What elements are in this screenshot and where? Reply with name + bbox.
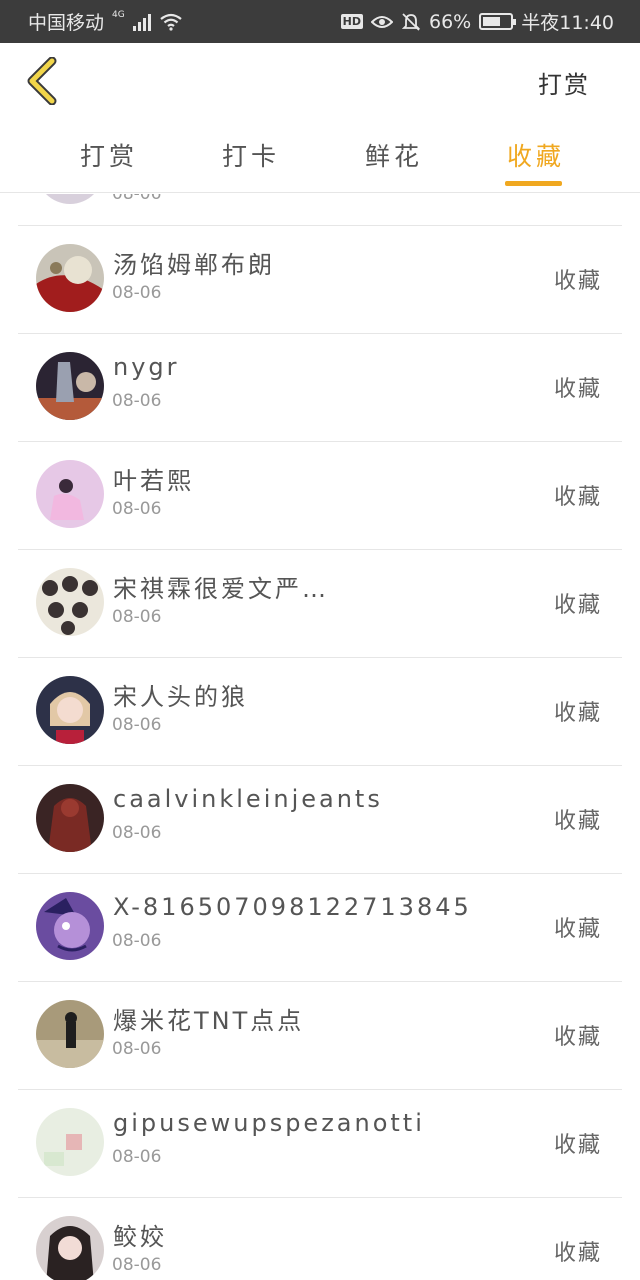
battery-percent: 66% (429, 10, 472, 33)
item-name: X-816507098122713845 (113, 893, 472, 921)
status-right: HD 66% 半夜11:40 (340, 8, 614, 35)
divider (18, 1197, 622, 1198)
avatar (36, 568, 104, 636)
list-item[interactable]: 宋人头的狼 08-06 收藏 (0, 657, 640, 765)
item-date: 08-06 (112, 1039, 162, 1059)
list-item[interactable]: 汤馅姆郸布朗 08-06 收藏 (0, 225, 640, 333)
item-name: 汤馅姆郸布朗 (113, 251, 275, 279)
item-name: 宋人头的狼 (113, 683, 248, 711)
signal-icon (132, 13, 151, 31)
avatar (36, 352, 104, 420)
divider (18, 981, 622, 982)
item-date: 08-06 (112, 194, 162, 204)
avatar (36, 784, 104, 852)
item-name: caalvinkleinjeants (113, 785, 383, 813)
item-date: 08-06 (112, 1255, 162, 1275)
collect-button[interactable]: 收藏 (554, 263, 602, 295)
item-date: 08-06 (112, 823, 162, 843)
list-item[interactable]: 爆米花TNT点点 08-06 收藏 (0, 981, 640, 1089)
divider (18, 1089, 622, 1090)
list-item[interactable]: X-816507098122713845 08-06 收藏 (0, 873, 640, 981)
back-button[interactable] (22, 56, 66, 106)
status-bar: 中国移动 4G HD 66% 半夜11:40 (0, 0, 640, 43)
hd-badge: HD (340, 14, 363, 29)
divider (18, 765, 622, 766)
tab-flowers[interactable]: 鲜花 (365, 137, 423, 173)
avatar (36, 892, 104, 960)
item-date: 08-06 (112, 391, 162, 411)
collect-button[interactable]: 收藏 (554, 1127, 602, 1159)
avatar (36, 676, 104, 744)
collect-button[interactable]: 收藏 (554, 803, 602, 835)
list-item[interactable]: nygr 08-06 收藏 (0, 333, 640, 441)
collect-button[interactable]: 收藏 (554, 587, 602, 619)
collect-button[interactable]: 收藏 (554, 371, 602, 403)
carrier-label: 中国移动 (28, 12, 105, 34)
divider (18, 225, 622, 226)
item-name: nygr (113, 353, 180, 381)
reward-button[interactable]: 打赏 (538, 65, 590, 100)
network-type-label: 4G (112, 9, 125, 20)
item-date: 08-06 (112, 1147, 162, 1167)
wifi-icon (160, 13, 182, 31)
top-bar: 打赏 (0, 43, 640, 123)
divider (18, 441, 622, 442)
bell-off-icon (401, 12, 421, 31)
item-name: gipusewupspezanotti (113, 1109, 425, 1137)
list-item[interactable]: 宋祺霖很爱文严… 08-06 收藏 (0, 549, 640, 657)
item-name: 宋祺霖很爱文严… (113, 575, 329, 603)
avatar (36, 460, 104, 528)
avatar (36, 1108, 104, 1176)
avatar (36, 194, 104, 204)
collect-button[interactable]: 收藏 (554, 1019, 602, 1051)
eye-icon (371, 15, 393, 28)
avatar (36, 244, 104, 312)
item-name: 鲛姣 (113, 1223, 167, 1251)
collect-button[interactable]: 收藏 (554, 911, 602, 943)
list-item-partial[interactable]: 08-06 (0, 194, 640, 225)
item-date: 08-06 (112, 931, 162, 951)
item-date: 08-06 (112, 715, 162, 735)
collect-button[interactable]: 收藏 (554, 695, 602, 727)
avatar (36, 1216, 104, 1280)
divider (18, 873, 622, 874)
active-tab-indicator (505, 181, 562, 186)
tab-favorites[interactable]: 收藏 (507, 137, 565, 173)
item-date: 08-06 (112, 499, 162, 519)
divider (18, 549, 622, 550)
chevron-left-icon (27, 56, 57, 106)
clock: 半夜11:40 (521, 12, 614, 34)
tab-bar: 打赏 打卡 鲜花 收藏 (0, 123, 640, 193)
item-date: 08-06 (112, 283, 162, 303)
list-item[interactable]: 叶若熙 08-06 收藏 (0, 441, 640, 549)
avatar (36, 1000, 104, 1068)
list-item[interactable]: gipusewupspezanotti 08-06 收藏 (0, 1089, 640, 1197)
collect-button[interactable]: 收藏 (554, 479, 602, 511)
item-date: 08-06 (112, 607, 162, 627)
collect-button[interactable]: 收藏 (554, 1235, 602, 1267)
tab-reward[interactable]: 打赏 (80, 137, 138, 173)
divider (18, 333, 622, 334)
status-left: 中国移动 4G (28, 8, 183, 35)
divider (18, 657, 622, 658)
item-name: 叶若熙 (113, 467, 194, 495)
tab-checkin[interactable]: 打卡 (222, 137, 280, 173)
item-name: 爆米花TNT点点 (113, 1007, 305, 1035)
list-item[interactable]: caalvinkleinjeants 08-06 收藏 (0, 765, 640, 873)
list-item[interactable]: 鲛姣 08-06 收藏 (0, 1197, 640, 1280)
battery-icon (479, 13, 517, 30)
favorites-list: 08-06 汤馅姆郸布朗 08-06 收藏 nygr 08-06 收藏 叶若熙 … (0, 194, 640, 1280)
